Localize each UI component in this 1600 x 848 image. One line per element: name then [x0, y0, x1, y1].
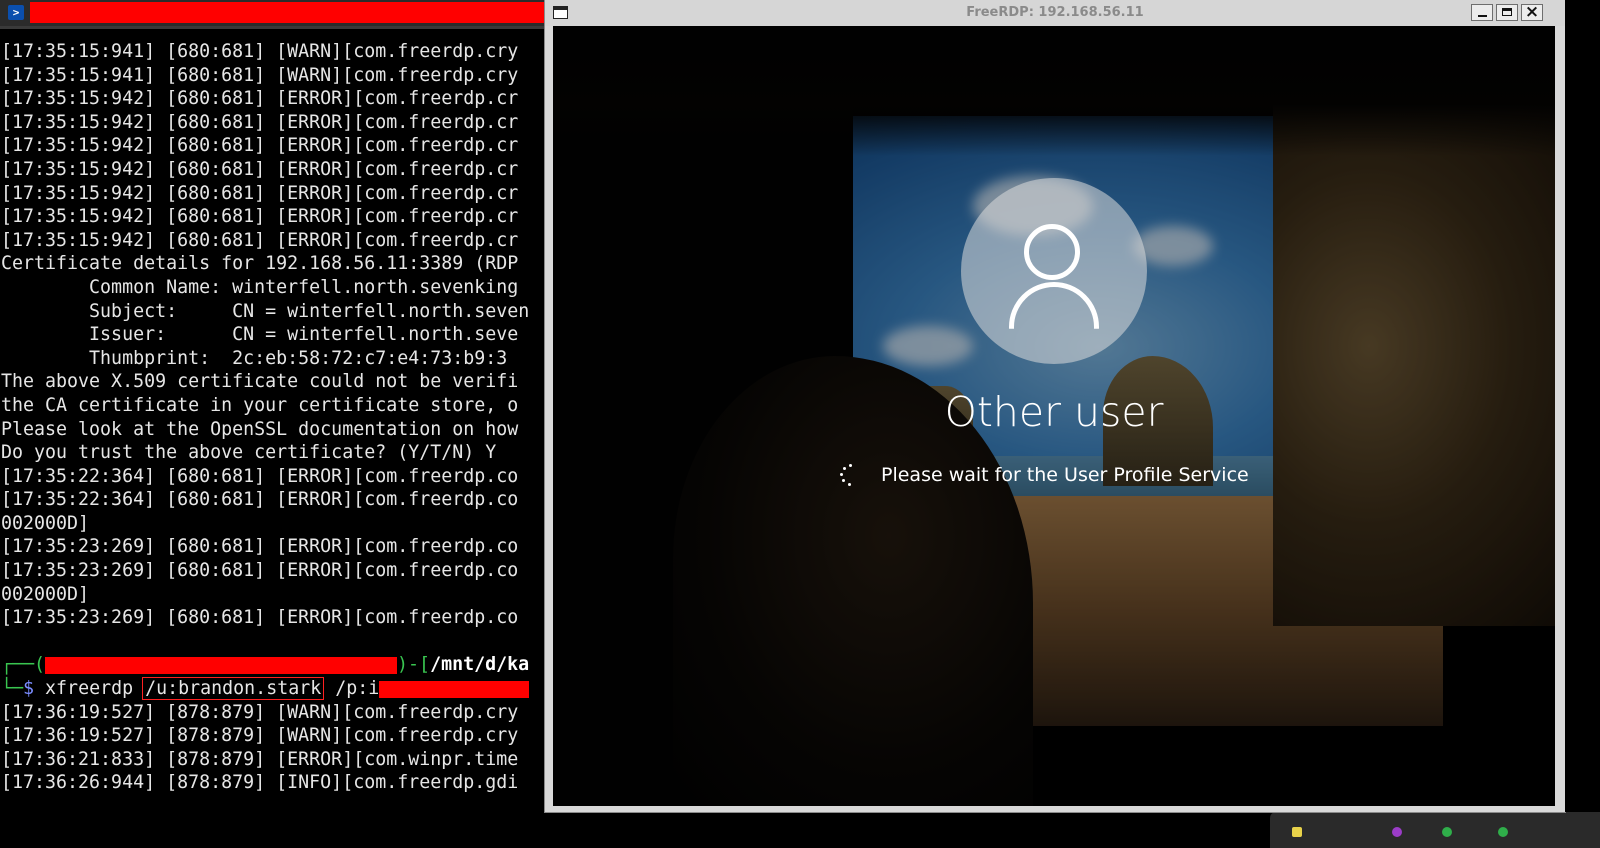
prompt-frame-bottom: └─: [1, 678, 24, 700]
user-avatar-body-icon: [1009, 282, 1099, 329]
remote-desktop-screen[interactable]: Other user Please wait for the User Prof…: [553, 26, 1555, 806]
tray-icon-green-2[interactable]: [1498, 827, 1508, 837]
close-button[interactable]: ×: [1521, 2, 1543, 22]
tray-icon-purple[interactable]: [1392, 827, 1402, 837]
user-argument-highlighted: /u:brandon.stark: [142, 677, 325, 701]
redacted-user-host: [45, 656, 398, 674]
taskbar-strip: [1270, 812, 1600, 848]
redacted-tab-title: [30, 2, 552, 23]
command-name: xfreerdp: [45, 678, 134, 700]
user-avatar-head-icon: [1024, 224, 1080, 280]
maximize-icon: [1502, 8, 1512, 16]
prompt-path: /mnt/d/ka: [430, 654, 530, 676]
maximize-button[interactable]: [1496, 4, 1518, 21]
lockscreen-user-name: Other user: [944, 388, 1164, 436]
user-avatar: [961, 178, 1147, 364]
desktop-edge: [1565, 0, 1600, 812]
password-argument: /p:i: [335, 678, 380, 700]
rdp-window-title: FreeRDP: 192.168.56.11: [966, 5, 1144, 20]
loading-spinner-icon: [839, 464, 861, 486]
lockscreen-status-text: Please wait for the User Profile Service: [881, 464, 1249, 486]
minimize-icon: [1478, 15, 1487, 17]
rdp-titlebar[interactable]: FreeRDP: 192.168.56.11 ×: [545, 0, 1565, 26]
prompt-separator: )-[: [397, 654, 431, 676]
minimize-button[interactable]: [1471, 4, 1493, 21]
prompt-frame: ┌──(: [1, 654, 46, 676]
tray-icon-yellow[interactable]: [1292, 827, 1302, 837]
redacted-password: [379, 680, 530, 698]
freerdp-window[interactable]: FreeRDP: 192.168.56.11 × Other user Plea…: [545, 0, 1565, 812]
tab-underline: [0, 26, 562, 29]
terminal-tab[interactable]: >: [0, 0, 562, 26]
tray-icon-green[interactable]: [1442, 827, 1452, 837]
close-icon: ×: [1524, 2, 1540, 22]
powershell-icon: >: [8, 5, 24, 20]
prompt-dollar: $: [23, 678, 35, 700]
